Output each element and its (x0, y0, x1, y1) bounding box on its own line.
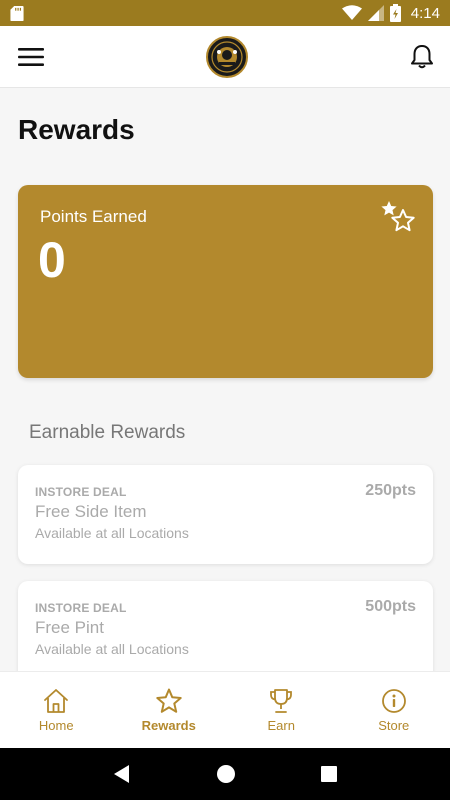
nav-item-home[interactable]: Home (0, 672, 113, 748)
rewards-content[interactable]: Rewards Points Earned 0 Earnable Rewards… (0, 88, 450, 671)
sd-card-icon (10, 5, 24, 21)
nav-item-rewards[interactable]: Rewards (113, 672, 226, 748)
recents-icon[interactable] (320, 765, 338, 783)
wifi-icon (341, 5, 362, 20)
points-label: Points Earned (40, 207, 147, 226)
earnable-rewards-title: Earnable Rewards (29, 422, 186, 443)
info-icon (381, 688, 406, 713)
star-icon (156, 688, 182, 713)
status-time: 4:14 (410, 4, 440, 22)
bottom-nav: Home Rewards Earn Store (0, 671, 450, 748)
signal-icon (367, 5, 384, 21)
nav-item-store[interactable]: Store (338, 672, 450, 748)
deal-points: 250pts (365, 482, 416, 499)
battery-icon (389, 4, 401, 22)
deal-type: INSTORE DEAL (35, 601, 127, 615)
nav-label-earn: Earn (267, 717, 295, 733)
stars-icon (381, 201, 415, 232)
reward-card[interactable]: INSTORE DEAL Free Pint Available at all … (18, 581, 433, 671)
reward-card[interactable]: INSTORE DEAL Free Side Item Available at… (18, 465, 433, 564)
trophy-icon (270, 688, 293, 713)
nav-label-home: Home (38, 717, 74, 733)
android-nav-bar (0, 748, 450, 800)
nav-item-earn[interactable]: Earn (225, 672, 338, 748)
status-icons: 4:14 (341, 4, 440, 22)
back-icon[interactable] (112, 764, 132, 784)
page-title: Rewards (18, 114, 135, 145)
home-circle-icon[interactable] (216, 764, 236, 784)
deal-availability: Available at all Locations (35, 641, 189, 657)
deal-points: 500pts (365, 598, 416, 615)
bell-icon[interactable] (410, 44, 434, 70)
points-card: Points Earned 0 (18, 185, 433, 378)
brand-logo[interactable] (206, 35, 248, 78)
status-bar: 4:14 (0, 0, 450, 26)
brand-logo-emblem (211, 40, 243, 73)
nav-label-rewards: Rewards (141, 717, 196, 733)
deal-type: INSTORE DEAL (35, 485, 127, 499)
points-value: 0 (38, 232, 66, 288)
deal-name: Free Side Item (35, 502, 147, 521)
nav-label-store: Store (378, 717, 410, 733)
deal-name: Free Pint (35, 618, 104, 637)
home-icon (44, 688, 69, 713)
hamburger-menu-icon[interactable] (18, 47, 44, 67)
deal-availability: Available at all Locations (35, 525, 189, 541)
app-header (0, 26, 450, 88)
